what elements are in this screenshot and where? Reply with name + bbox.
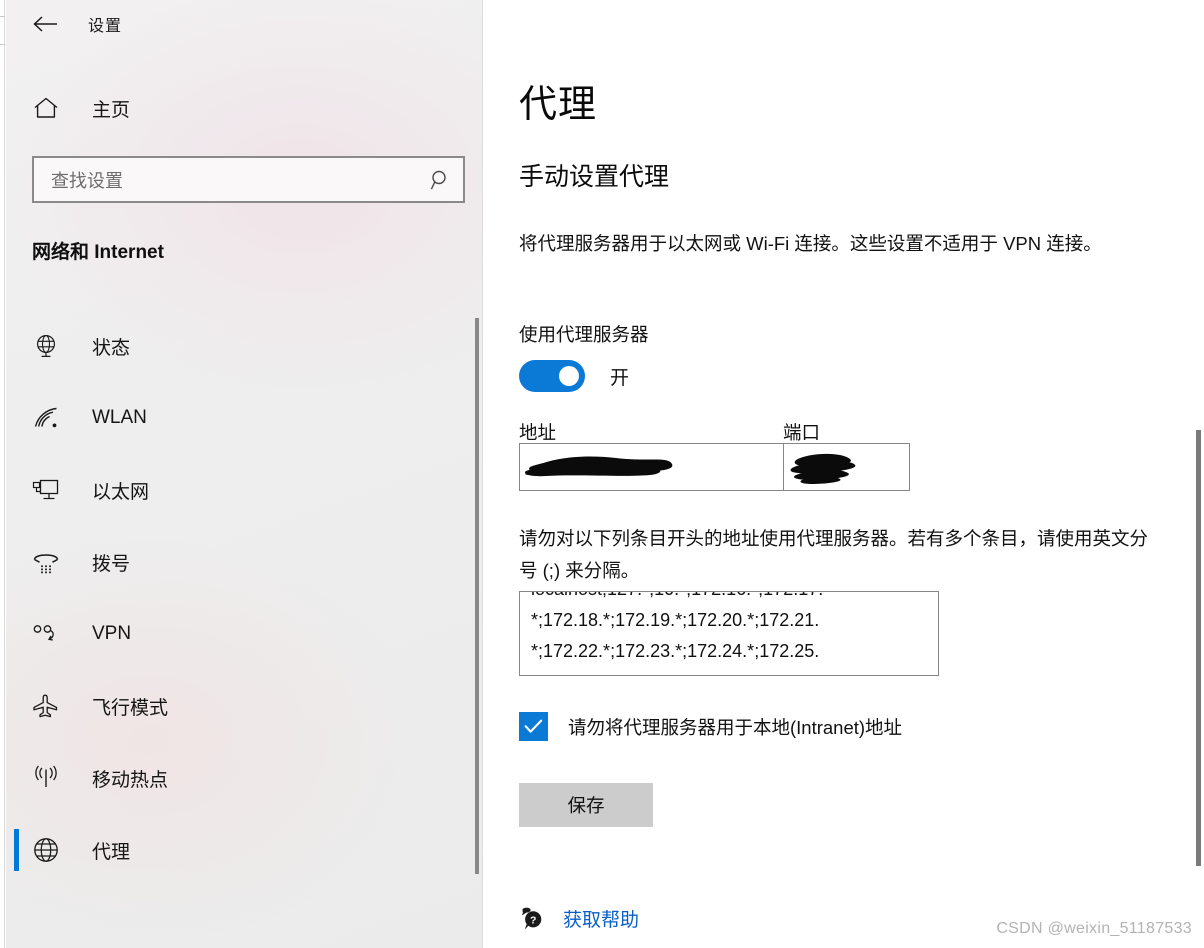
sliver-divider-2 — [0, 44, 5, 45]
get-help-link[interactable]: ? 获取帮助 — [519, 905, 639, 932]
back-arrow-icon[interactable] — [22, 8, 68, 40]
address-label: 地址 — [519, 422, 557, 443]
sidebar-item-status-label: 状态 — [92, 337, 131, 359]
hotspot-icon — [29, 765, 63, 791]
sliver-divider — [0, 16, 5, 17]
vpn-icon — [29, 623, 63, 645]
use-proxy-toggle[interactable] — [519, 360, 585, 392]
sidebar-item-mobile-hotspot[interactable]: 移动热点 — [6, 742, 476, 814]
settings-window: 设置 主页 查找设置 网络和 Internet 状态 WLAN 以太网 拨号 V… — [0, 0, 1204, 948]
proxy-description: 将代理服务器用于以太网或 Wi-Fi 连接。这些设置不适用于 VPN 连接。 — [519, 233, 1102, 254]
globe-monitor-icon — [29, 333, 63, 359]
search-input[interactable]: 查找设置 — [32, 156, 465, 203]
sidebar-item-proxy[interactable]: 代理 — [6, 814, 476, 886]
selection-indicator — [14, 829, 19, 871]
port-input[interactable] — [783, 443, 910, 491]
sidebar-nav-list: 状态 WLAN 以太网 拨号 VPN 飞行模式 移动热点 代理 — [6, 310, 476, 886]
sidebar-item-airplane-mode[interactable]: 飞行模式 — [6, 670, 476, 742]
bypass-local-checkbox[interactable] — [519, 712, 548, 741]
address-input[interactable] — [519, 443, 784, 491]
airplane-icon — [29, 693, 63, 719]
background-window-sliver — [0, 0, 5, 948]
sidebar-item-ethernet[interactable]: 以太网 — [6, 454, 476, 526]
globe-icon — [29, 836, 63, 864]
titlebar: 设置 — [6, 0, 482, 48]
sidebar-item-ethernet-label: 以太网 — [92, 481, 150, 503]
sidebar-item-vpn[interactable]: VPN — [6, 598, 476, 670]
app-title: 设置 — [88, 18, 123, 35]
ethernet-icon — [29, 477, 63, 503]
get-help-label: 获取帮助 — [563, 910, 640, 931]
port-redaction — [790, 453, 856, 484]
dialup-phone-icon — [29, 550, 63, 574]
bypass-local-label: 请勿将代理服务器用于本地(Intranet)地址 — [568, 716, 903, 738]
sidebar-category-heading: 网络和 Internet — [32, 242, 164, 263]
search-input-placeholder: 查找设置 — [51, 170, 123, 191]
toggle-knob — [559, 366, 579, 386]
address-redaction — [524, 456, 673, 477]
content-scrollbar[interactable] — [1196, 430, 1201, 866]
sidebar-scrollbar[interactable] — [475, 318, 479, 874]
sidebar: 设置 主页 查找设置 网络和 Internet 状态 WLAN 以太网 拨号 V… — [6, 0, 483, 948]
main-content: 代理 手动设置代理 将代理服务器用于以太网或 Wi-Fi 连接。这些设置不适用于… — [484, 0, 1204, 948]
sidebar-item-wlan[interactable]: WLAN — [6, 382, 476, 454]
home-icon — [30, 96, 62, 120]
sidebar-item-airplane-mode-label: 飞行模式 — [92, 697, 169, 719]
sidebar-item-dialup[interactable]: 拨号 — [6, 526, 476, 598]
watermark: CSDN @weixin_51187533 — [996, 920, 1192, 937]
sidebar-item-status[interactable]: 状态 — [6, 310, 476, 382]
sidebar-item-mobile-hotspot-label: 移动热点 — [92, 769, 169, 791]
wifi-icon — [29, 406, 63, 430]
sidebar-item-home[interactable]: 主页 — [6, 86, 446, 130]
use-proxy-state-label: 开 — [610, 367, 630, 389]
bypass-local-row[interactable]: 请勿将代理服务器用于本地(Intranet)地址 — [519, 712, 902, 741]
use-proxy-label: 使用代理服务器 — [519, 324, 649, 345]
use-proxy-toggle-row: 开 — [519, 360, 629, 392]
exclusion-list-value: localhost;127.*;10.*;172.16.*;172.17. *;… — [531, 592, 823, 661]
help-bubble-icon: ? — [519, 906, 545, 932]
exclusion-list-input[interactable]: localhost;127.*;10.*;172.16.*;172.17. *;… — [519, 591, 939, 676]
sidebar-item-home-label: 主页 — [92, 99, 131, 121]
sidebar-item-dialup-label: 拨号 — [92, 553, 131, 575]
sidebar-item-proxy-label: 代理 — [92, 841, 131, 863]
port-label: 端口 — [783, 422, 821, 443]
section-title-manual-proxy: 手动设置代理 — [519, 163, 670, 191]
sidebar-item-vpn-label: VPN — [92, 623, 132, 644]
svg-text:?: ? — [530, 914, 536, 926]
save-button[interactable]: 保存 — [519, 783, 653, 827]
exclusion-description: 请勿对以下列条目开头的地址使用代理服务器。若有多个条目，请使用英文分号 (;) … — [519, 528, 1149, 581]
search-icon[interactable] — [419, 169, 463, 191]
sidebar-item-wlan-label: WLAN — [92, 407, 147, 428]
page-title: 代理 — [519, 84, 598, 126]
